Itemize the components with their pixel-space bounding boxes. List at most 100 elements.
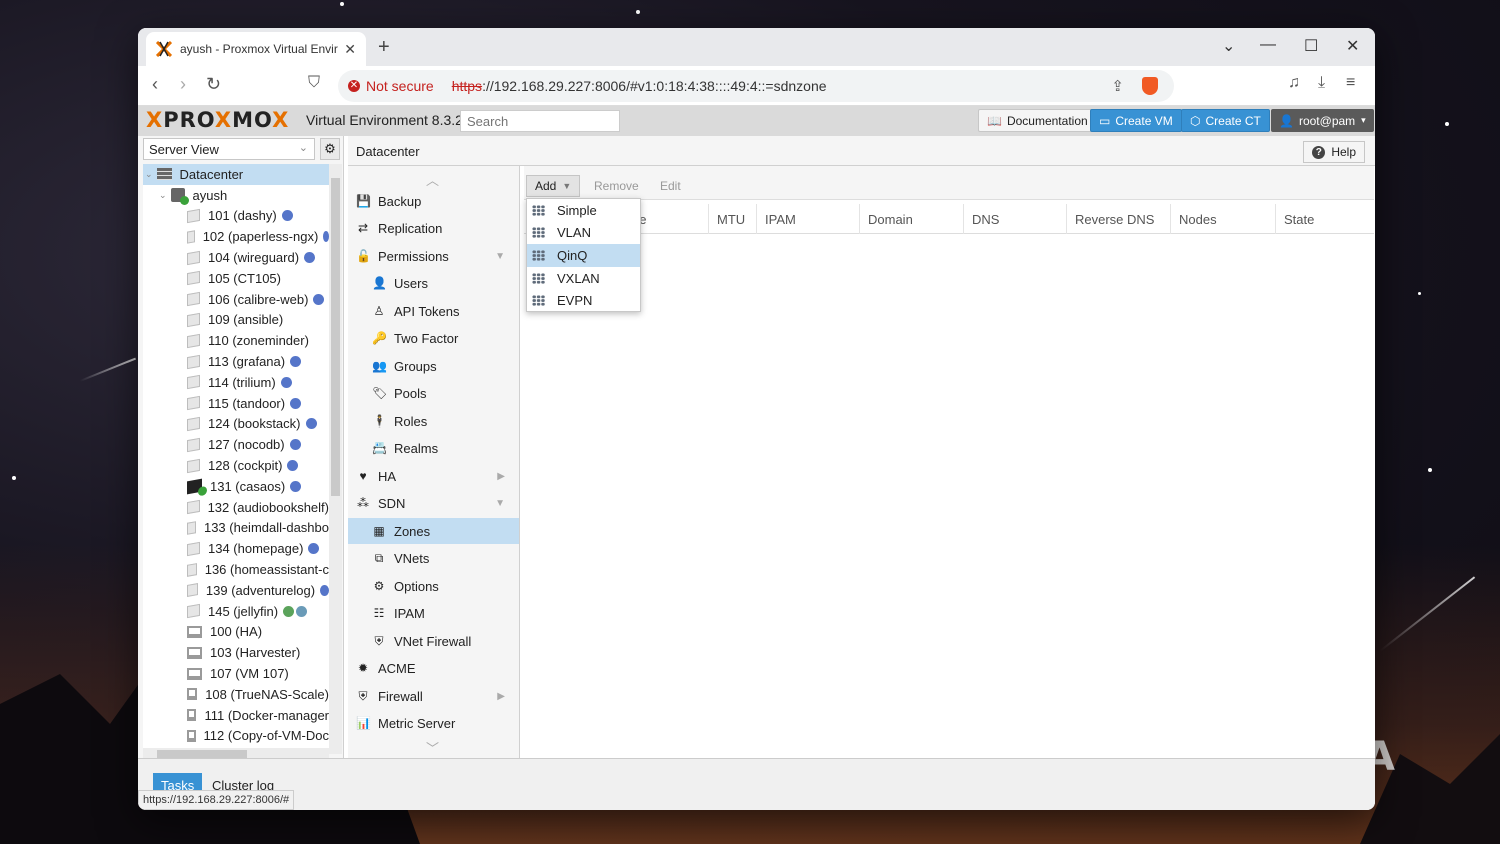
menu-item-ha[interactable]: ♥ HA ▶ (348, 463, 519, 489)
column-header-dns[interactable]: DNS (963, 204, 1007, 234)
expand-icon[interactable]: ⌄ (145, 169, 153, 180)
minimize-icon[interactable]: — (1260, 36, 1276, 54)
menu-item-firewall[interactable]: ⛨ Firewall ▶ (348, 683, 519, 709)
add-menu-item-qinq[interactable]: QinQ (527, 244, 640, 267)
menu-item-groups[interactable]: 👥 Groups (348, 353, 519, 379)
reload-icon[interactable]: ↻ (206, 74, 221, 95)
tree-scrollbar[interactable] (329, 164, 342, 754)
menu-item-roles[interactable]: 🕴 Roles (348, 408, 519, 434)
create-vm-label: Create VM (1115, 113, 1173, 128)
view-selector[interactable]: Server View ⌄ (143, 138, 315, 160)
new-tab-icon[interactable]: + (378, 36, 390, 59)
add-menu-item-simple[interactable]: Simple (527, 199, 640, 222)
search-input[interactable] (460, 110, 620, 132)
share-icon[interactable]: ⇪ (1111, 77, 1124, 95)
tree-item-guest[interactable]: 104 (wireguard) (143, 247, 329, 268)
tree-item-guest[interactable]: 136 (homeassistant-c (143, 559, 329, 580)
add-menu-item-evpn[interactable]: EVPN (527, 289, 640, 312)
browser-tab[interactable]: ayush - Proxmox Virtual Enviro ✕ (146, 32, 366, 66)
bookmark-icon[interactable]: ⛉ (308, 74, 320, 92)
tree-item-guest[interactable]: 112 (Copy-of-VM-Doc (143, 726, 329, 747)
menu-item-api-tokens[interactable]: ♙ API Tokens (348, 298, 519, 324)
tree-item-guest[interactable]: 115 (tandoor) (143, 393, 329, 414)
expand-icon[interactable]: ⌄ (159, 190, 167, 201)
maximize-icon[interactable]: ☐ (1304, 36, 1318, 56)
menu-item-permissions[interactable]: 🔓 Permissions ▼ (348, 243, 519, 269)
tree-item-guest[interactable]: 134 (homepage) (143, 538, 329, 559)
menu-item-vnets[interactable]: ⧉ VNets (348, 545, 519, 571)
tree-item-guest[interactable]: 128 (cockpit) (143, 455, 329, 476)
tree-item-guest[interactable]: 110 (zoneminder) (143, 330, 329, 351)
menu-item-backup[interactable]: 💾 Backup (348, 188, 519, 214)
column-header-domain[interactable]: Domain (859, 204, 921, 234)
tree-item-guest[interactable]: 102 (paperless-ngx) (143, 226, 329, 247)
tree-item-datacenter[interactable]: ⌄ Datacenter (143, 164, 329, 185)
documentation-button[interactable]: 📖 Documentation (978, 109, 1097, 132)
column-header-ipam[interactable]: IPAM (756, 204, 804, 234)
url-field[interactable]: ✕ Not secure https ://192.168.29.227:8006… (338, 70, 1174, 102)
menu-item-realms[interactable]: 📇 Realms (348, 435, 519, 461)
tree-item-guest[interactable]: 106 (calibre-web) (143, 289, 329, 310)
back-icon[interactable]: ‹ (152, 74, 158, 95)
tree-item-guest[interactable]: 139 (adventurelog) (143, 580, 329, 601)
download-icon[interactable]: ⤓ (1318, 74, 1325, 92)
edit-button[interactable]: Edit (652, 175, 689, 197)
menu-item-users[interactable]: 👤 Users (348, 270, 519, 296)
help-button[interactable]: ? Help (1303, 141, 1365, 163)
menu-item-options[interactable]: ⚙ Options (348, 573, 519, 599)
close-tab-icon[interactable]: ✕ (344, 41, 356, 58)
brave-shields-icon[interactable] (1142, 77, 1158, 95)
tree-item-guest[interactable]: 145 (jellyfin) (143, 601, 329, 622)
column-header-state[interactable]: State (1275, 204, 1322, 234)
add-button[interactable]: Add ▼ (526, 175, 581, 197)
menu-item-acme[interactable]: ✹ ACME (348, 655, 519, 681)
add-menu-item-vlan[interactable]: VLAN (527, 222, 640, 245)
tree-item-guest[interactable]: 131 (casaos) (143, 476, 329, 497)
tree-item-guest[interactable]: 103 (Harvester) (143, 642, 329, 663)
close-window-icon[interactable]: ✕ (1346, 36, 1359, 56)
user-menu-button[interactable]: 👤 root@pam ▾ (1271, 109, 1374, 132)
create-vm-button[interactable]: ▭ Create VM (1090, 109, 1182, 132)
tree-item-guest[interactable]: 109 (ansible) (143, 310, 329, 331)
column-header-mtu[interactable]: MTU (708, 204, 753, 234)
tree-item-guest[interactable]: 113 (grafana) (143, 351, 329, 372)
menu-item-metric-server[interactable]: 📊 Metric Server (348, 710, 519, 736)
tree-item-label: 108 (TrueNAS-Scale) (205, 686, 329, 702)
menu-item-replication[interactable]: ⇄ Replication (348, 215, 519, 241)
tree-item-guest[interactable]: 133 (heimdall-dashbo (143, 518, 329, 539)
tree-item-guest[interactable]: 107 (VM 107) (143, 663, 329, 684)
tree-item-guest[interactable]: 105 (CT105) (143, 268, 329, 289)
tree-item-guest[interactable]: 111 (Docker-manager (143, 705, 329, 726)
tree-item-guest[interactable]: 108 (TrueNAS-Scale) (143, 684, 329, 705)
tree-item-guest[interactable]: 114 (trilium) (143, 372, 329, 393)
create-ct-button[interactable]: ⬡ Create CT (1181, 109, 1270, 132)
tree-item-node[interactable]: ⌄ ayush (143, 185, 329, 206)
bar-chart-icon: 📊 (356, 716, 371, 730)
scrollbar-thumb[interactable] (331, 178, 340, 496)
menu-item-vnet-firewall[interactable]: ⛨ VNet Firewall (348, 628, 519, 654)
tree-item-guest[interactable]: 100 (HA) (143, 622, 329, 643)
column-header-reverse-dns[interactable]: Reverse DNS (1066, 204, 1162, 234)
media-icon[interactable]: ♫ (1288, 74, 1300, 92)
scrollbar-thumb[interactable] (157, 750, 247, 758)
scroll-down-icon[interactable]: ﹀ (426, 738, 439, 757)
menu-item-ipam[interactable]: ☷ IPAM (348, 600, 519, 626)
security-warning[interactable]: ✕ Not secure (348, 78, 434, 94)
tree-item-guest[interactable]: 124 (bookstack) (143, 414, 329, 435)
remove-button[interactable]: Remove (586, 175, 647, 197)
tree-item-guest[interactable]: 127 (nocodb) (143, 434, 329, 455)
tab-search-chevron-icon[interactable]: ⌄ (1222, 36, 1235, 56)
forward-icon[interactable]: › (180, 74, 186, 95)
menu-icon[interactable]: ≡ (1346, 74, 1355, 92)
column-header-nodes[interactable]: Nodes (1170, 204, 1225, 234)
chevron-down-icon: ▼ (562, 181, 572, 191)
gear-icon[interactable]: ⚙ (320, 138, 340, 160)
scroll-up-icon[interactable]: ︿ (426, 170, 439, 189)
menu-item-zones[interactable]: ▦ Zones (348, 518, 519, 544)
tree-item-guest[interactable]: 101 (dashy) (143, 206, 329, 227)
menu-item-two-factor[interactable]: 🔑 Two Factor (348, 325, 519, 351)
tree-item-guest[interactable]: 132 (audiobookshelf) (143, 497, 329, 518)
add-menu-item-vxlan[interactable]: VXLAN (527, 267, 640, 290)
menu-item-sdn[interactable]: ⁂ SDN ▼ (348, 490, 519, 516)
menu-item-pools[interactable]: 🏷 Pools (348, 380, 519, 406)
